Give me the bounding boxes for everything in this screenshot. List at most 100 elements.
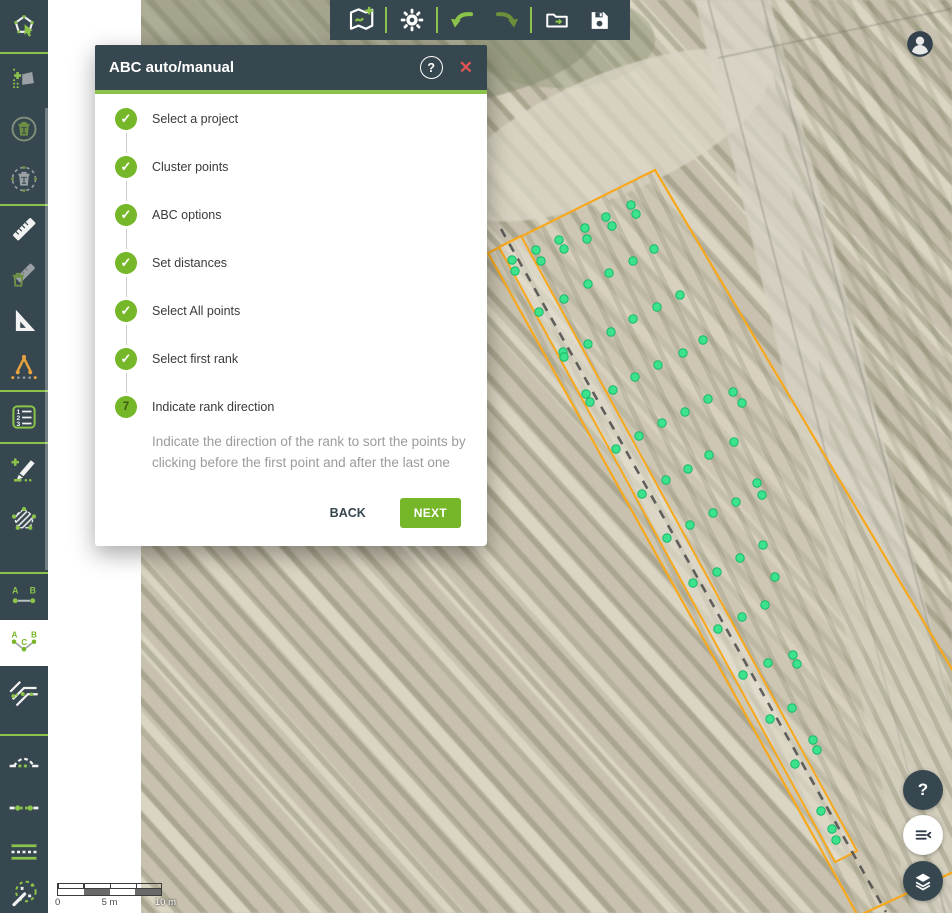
abc-wizard-modal: ABC auto/manual ? ✕ ✓Select a project✓Cl… [95, 45, 487, 546]
legend-collapse-button[interactable] [903, 815, 943, 855]
step-check-icon: ✓ [115, 252, 137, 274]
arc-tool[interactable] [0, 736, 48, 786]
step-label: Cluster points [152, 160, 228, 174]
import-project-button[interactable] [343, 2, 379, 38]
step-connector [126, 181, 127, 201]
rank-point [662, 476, 670, 484]
step-label: Set distances [152, 256, 227, 270]
svg-text:A: A [12, 630, 18, 639]
sidebar-scrollbar[interactable] [45, 108, 48, 570]
rank-point [732, 498, 740, 506]
rank-point [511, 267, 519, 275]
next-button[interactable]: NEXT [400, 498, 461, 528]
ab-line-tool[interactable]: AB [0, 574, 48, 620]
rank-point [653, 303, 661, 311]
step-number-icon: 7 [115, 396, 137, 418]
rank-point [699, 336, 707, 344]
rank-point [629, 257, 637, 265]
rank-point [766, 715, 774, 723]
delete-measure-tool[interactable] [0, 252, 48, 298]
settings-button[interactable] [394, 2, 430, 38]
rank-point [584, 280, 592, 288]
wizard-step: ✓Select first rank [115, 348, 465, 370]
hatched-polygon-tool[interactable] [0, 494, 48, 544]
wizard-step: 7 Indicate rank direction [115, 396, 465, 418]
magic-wand-tool[interactable] [0, 874, 48, 914]
map-import-icon [346, 5, 376, 35]
step-check-icon: ✓ [115, 156, 137, 178]
rank-point [654, 361, 662, 369]
toolbar-separator [436, 7, 438, 33]
map-scalebar: 0 5 m 10 m [57, 883, 162, 909]
draw-points-tool[interactable] [0, 444, 48, 494]
rank-point [612, 445, 620, 453]
step-description: Indicate the direction of the rank to so… [152, 432, 488, 474]
rank-point [537, 257, 545, 265]
rank-point [753, 479, 761, 487]
rank-point [793, 660, 801, 668]
user-avatar-button[interactable] [906, 30, 934, 58]
set-square-tool[interactable] [0, 298, 48, 344]
rank-point [684, 465, 692, 473]
rank-point [607, 328, 615, 336]
step-label: Indicate rank direction [152, 400, 274, 414]
measure-ruler-tool[interactable] [0, 206, 48, 252]
redo-button[interactable] [488, 2, 524, 38]
step-label: Select All points [152, 304, 240, 318]
rank-point [508, 256, 516, 264]
wizard-buttons: BACK NEXT [115, 498, 465, 528]
rank-point [739, 671, 747, 679]
rank-point [761, 601, 769, 609]
back-button[interactable]: BACK [324, 505, 372, 521]
numbered-list-tool[interactable]: 123 [0, 392, 48, 442]
svg-text:B: B [31, 630, 37, 639]
rank-point [681, 408, 689, 416]
rank-point [832, 836, 840, 844]
delete-cluster-tool[interactable] [0, 154, 48, 204]
select-polygon-tool[interactable] [0, 0, 48, 52]
step-connector [126, 325, 127, 345]
gear-icon [399, 7, 425, 33]
rank-point [713, 568, 721, 576]
undo-button[interactable] [445, 2, 481, 38]
save-button[interactable] [581, 2, 617, 38]
rank-point [676, 291, 684, 299]
rank-point [582, 390, 590, 398]
svg-text:A: A [12, 585, 19, 595]
help-icon[interactable]: ? [420, 56, 443, 79]
folder-open-icon [544, 7, 570, 33]
rank-lines-tool[interactable] [0, 666, 48, 720]
rank-point [608, 222, 616, 230]
trash-icon [19, 173, 30, 185]
rank-point [581, 224, 589, 232]
rank-point [679, 349, 687, 357]
wizard-step: ✓ Set distances [115, 252, 465, 274]
layers-button[interactable] [903, 861, 943, 901]
abc-auto-manual-tool[interactable]: ACB [0, 620, 48, 666]
rank-point [738, 613, 746, 621]
rank-point [586, 398, 594, 406]
scale-label-mid: 5 m [102, 897, 118, 908]
step-check-icon: ✓ [115, 108, 137, 130]
map-help-button[interactable]: ? [903, 770, 943, 810]
delete-point-tool[interactable] [0, 104, 48, 154]
add-area-tool[interactable] [0, 54, 48, 104]
compass-distance-tool[interactable] [0, 344, 48, 390]
rank-point [658, 419, 666, 427]
modal-body: ✓Select a project✓Cluster points✓ABC opt… [95, 94, 487, 546]
close-icon[interactable]: ✕ [459, 59, 473, 76]
parallel-lines-tool[interactable] [0, 830, 48, 874]
step-label: ABC options [152, 208, 221, 222]
wizard-step: ✓Select a project [115, 108, 465, 130]
open-project-button[interactable] [539, 2, 575, 38]
scale-label-start: 0 [55, 897, 60, 908]
save-icon [587, 8, 612, 33]
svg-text:B: B [30, 585, 36, 595]
rank-point [627, 201, 635, 209]
toolbar-separator [385, 7, 387, 33]
wizard-step: ✓ ABC options [115, 204, 465, 226]
step-check-icon: ✓ [115, 204, 137, 226]
svg-text:C: C [21, 638, 27, 647]
dot-line-tool[interactable] [0, 786, 48, 830]
toolbar-separator [530, 7, 532, 33]
